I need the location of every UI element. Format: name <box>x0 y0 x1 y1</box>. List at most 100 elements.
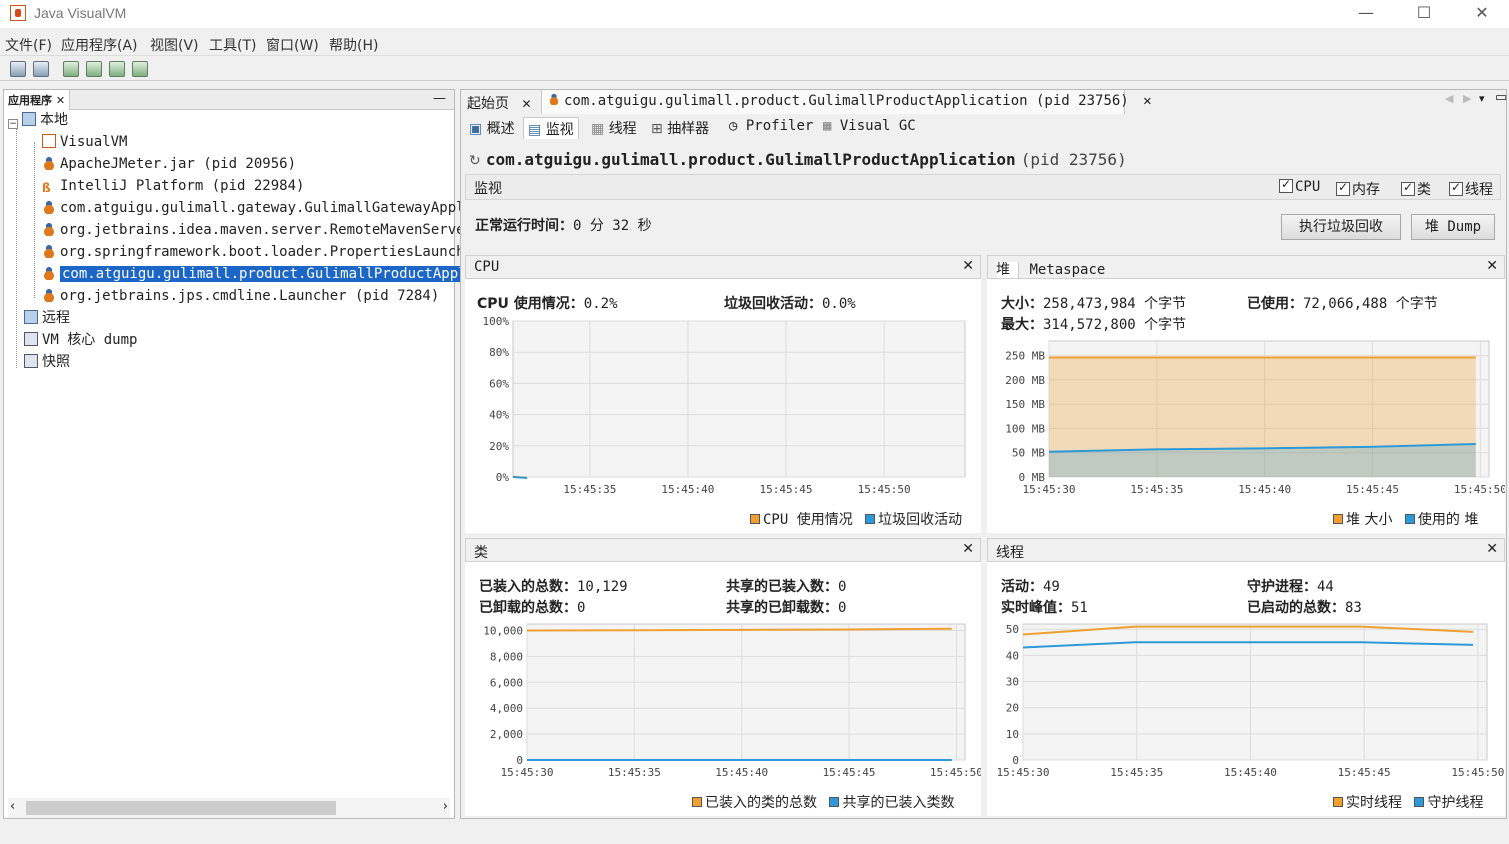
monitor-header: 监视 CPU 内存 类 线程 <box>465 174 1501 200</box>
y-tick-label: 20% <box>489 440 509 453</box>
tree-node-product[interactable]: com.atguigu.gulimall.product.GulimallPro… <box>42 264 478 284</box>
heap-legend: 堆 大小 使用的 堆 <box>1333 509 1478 529</box>
heap-panel: 堆 Metaspace ✕ 大小：258,473,984 个字节 最大：314,… <box>987 255 1505 533</box>
snapshot-icon <box>24 354 38 368</box>
maximize-panel-icon[interactable]: ▭ <box>1495 90 1507 105</box>
tree-node-jmeter[interactable]: ApacheJMeter.jar (pid 20956) <box>42 154 296 174</box>
save-icon[interactable] <box>33 61 49 77</box>
y-tick-label: 30 <box>1006 676 1019 689</box>
x-tick-label: 15:45:30 <box>997 766 1050 779</box>
x-tick-label: 15:45:35 <box>608 766 661 779</box>
y-tick-label: 20 <box>1006 702 1019 715</box>
tab-product-application[interactable]: com.atguigu.gulimall.product.GulimallPro… <box>542 90 1152 114</box>
menu-application[interactable]: 应用程序(A) <box>61 35 138 55</box>
heap-panel-header: 堆 Metaspace ✕ <box>987 255 1505 279</box>
plot-area <box>512 320 966 478</box>
close-icon[interactable]: ✕ <box>1486 541 1498 557</box>
tree-node-properties-launcher[interactable]: org.springframework.boot.loader.Properti… <box>42 242 473 262</box>
scrollbar-thumb[interactable] <box>26 801 336 815</box>
minimize-button[interactable]: — <box>1337 0 1395 28</box>
close-window-button[interactable]: ✕ <box>1453 0 1509 28</box>
classes-panel: 类 ✕ 已装入的总数：10,129 已卸载的总数：0 共享的已装入数：0 共享的已… <box>465 538 981 816</box>
menu-tools[interactable]: 工具(T) <box>209 35 256 55</box>
heap-dump-button[interactable]: 堆 Dump <box>1411 214 1495 240</box>
classes-loaded-stat: 已装入的总数：10,129 <box>479 579 628 595</box>
tree-node-coredump[interactable]: VM 核心 dump <box>24 330 137 350</box>
legend-swatch <box>750 514 760 524</box>
applications-tab[interactable]: 应用程序 ✕ <box>4 90 71 110</box>
visualvm-app-icon <box>10 5 26 21</box>
close-icon[interactable]: ✕ <box>56 94 65 107</box>
load-snapshot-icon[interactable] <box>10 61 26 77</box>
overview-icon: ▣ <box>469 121 483 137</box>
tree-node-snapshots[interactable]: 快照 <box>24 352 70 372</box>
minimize-panel-icon[interactable]: — <box>433 91 446 106</box>
java-icon <box>42 200 56 214</box>
close-icon[interactable]: ✕ <box>1143 93 1151 109</box>
y-tick-label: 40 <box>1006 649 1019 662</box>
tree-node-gateway[interactable]: com.atguigu.gulimall.gateway.GulimallGat… <box>42 198 473 218</box>
tree-node-intellij[interactable]: ß IntelliJ Platform (pid 22984) <box>42 176 304 196</box>
tab-threads[interactable]: ▦ 线程 <box>587 117 641 139</box>
tree-node-jps-launcher[interactable]: org.jetbrains.jps.cmdline.Launcher (pid … <box>42 286 439 306</box>
menu-file[interactable]: 文件(F) <box>5 35 52 55</box>
menu-view[interactable]: 视图(V) <box>150 35 199 55</box>
perform-gc-button[interactable]: 执行垃圾回收 <box>1281 214 1401 240</box>
profiler-icon: ◷ <box>729 118 738 134</box>
classes-checkbox[interactable]: 类 <box>1401 179 1431 199</box>
y-tick-label: 40% <box>489 409 509 422</box>
horizontal-scrollbar[interactable]: ‹ › <box>8 798 450 818</box>
scroll-right-icon[interactable]: › <box>443 799 448 814</box>
plot-area <box>526 623 966 761</box>
sampler-icon: ⊞ <box>651 121 663 137</box>
maximize-button[interactable]: ☐ <box>1395 0 1453 28</box>
tab-metaspace[interactable]: Metaspace <box>1029 262 1105 278</box>
tab-list-icon[interactable]: ▾ <box>1479 92 1485 105</box>
tab-overview[interactable]: ▣ 概述 <box>465 117 519 139</box>
classes-panel-header: 类 ✕ <box>465 538 981 562</box>
tab-sampler[interactable]: ⊞ 抽样器 <box>647 117 713 139</box>
threads-checkbox[interactable]: 线程 <box>1449 179 1493 199</box>
started-threads-stat: 已启动的总数：83 <box>1247 600 1362 616</box>
add-jmx-connection-icon[interactable] <box>63 61 79 77</box>
tree-node-visualvm[interactable]: VisualVM <box>42 132 127 152</box>
y-tick-label: 60% <box>489 377 509 390</box>
add-remote-host-icon[interactable] <box>86 61 102 77</box>
refresh-icon: ↻ <box>469 153 481 169</box>
applications-panel: 应用程序 ✕ — − 本地 VisualVM ApacheJMeter.jar (… <box>3 89 478 819</box>
y-tick-label: 150 MB <box>1005 398 1045 411</box>
close-icon[interactable]: ✕ <box>521 97 531 111</box>
x-tick-label: 15:45:40 <box>661 483 714 496</box>
scroll-left-icon[interactable]: ‹ <box>10 799 15 814</box>
x-tick-label: 15:45:50 <box>1451 766 1504 779</box>
cpu-checkbox[interactable]: CPU <box>1279 177 1320 195</box>
scroll-tabs-right-icon[interactable]: ▶ <box>1463 92 1471 105</box>
x-tick-label: 15:45:35 <box>1110 766 1163 779</box>
add-vm-coredump-icon[interactable] <box>109 61 125 77</box>
tab-start-page[interactable]: 起始页 ✕ <box>461 90 542 114</box>
peak-threads-stat: 实时峰值：51 <box>1001 600 1088 616</box>
menu-window[interactable]: 窗口(W) <box>266 35 319 55</box>
tab-monitor[interactable]: ▤ 监视 <box>523 117 579 139</box>
tab-heap[interactable]: 堆 <box>996 262 1019 278</box>
shared-unloaded-stat: 共享的已卸载数：0 <box>726 600 847 616</box>
tab-profiler[interactable]: ◷ Profiler <box>725 117 817 139</box>
menu-bar: 文件(F) 应用程序(A) 视图(V) 工具(T) 窗口(W) 帮助(H) <box>0 32 1509 54</box>
menu-help[interactable]: 帮助(H) <box>329 35 378 55</box>
tree-line <box>16 128 17 368</box>
tree-node-remote[interactable]: 远程 <box>24 308 70 328</box>
add-snapshot-icon[interactable] <box>132 61 148 77</box>
tree-node-local[interactable]: − 本地 <box>8 110 68 130</box>
tab-visual-gc[interactable]: ▦ Visual GC <box>819 117 920 139</box>
memory-checkbox[interactable]: 内存 <box>1336 179 1380 199</box>
main-panel: 起始页 ✕ com.atguigu.gulimall.product.Gulim… <box>460 89 1507 819</box>
collapse-icon[interactable]: − <box>8 119 18 129</box>
y-tick-label: 200 MB <box>1005 374 1045 387</box>
tree-node-maven[interactable]: org.jetbrains.idea.maven.server.RemoteMa… <box>42 220 473 240</box>
close-icon[interactable]: ✕ <box>1486 258 1498 274</box>
close-icon[interactable]: ✕ <box>962 541 974 557</box>
heap-used-stat: 已使用：72,066,488 个字节 <box>1247 296 1438 312</box>
shared-loaded-stat: 共享的已装入数：0 <box>726 579 847 595</box>
scroll-tabs-left-icon[interactable]: ◀ <box>1445 92 1453 105</box>
close-icon[interactable]: ✕ <box>962 258 974 274</box>
